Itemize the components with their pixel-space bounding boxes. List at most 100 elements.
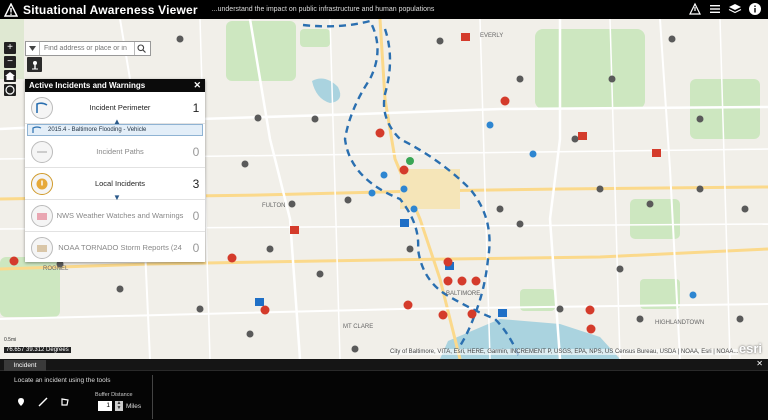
poi-marker [254, 114, 262, 122]
map-attribution: City of Baltimore, VITA, Esri, HERE, Gar… [390, 349, 739, 355]
panel-row-count: 0 [192, 144, 200, 159]
reservoir [312, 78, 341, 103]
transit-marker [486, 121, 494, 129]
poi-marker [176, 35, 184, 43]
hospital-marker [498, 309, 507, 317]
search-input[interactable] [40, 42, 134, 55]
label-highlandtown: HIGHLANDTOWN [655, 320, 704, 326]
hospital-marker [255, 298, 264, 306]
panel-row-label: NWS Weather Watches and Warnings [56, 211, 184, 220]
pin-tool-button[interactable] [27, 57, 42, 72]
transit-marker [689, 291, 697, 299]
label-mt-clare: MT CLARE [343, 324, 373, 330]
search-source-dropdown[interactable] [26, 42, 40, 55]
scale-bar: 0.5mi [4, 337, 17, 343]
park-area [226, 21, 296, 81]
poi-marker [266, 245, 274, 253]
poi-marker [741, 205, 749, 213]
locate-hint: Locate an incident using the tools [14, 377, 111, 384]
poi-marker [596, 185, 604, 193]
home-button[interactable] [4, 70, 16, 82]
transit-marker [368, 189, 376, 197]
buffer-distance-control: 1 ▲ ▼ Miles [98, 401, 141, 411]
draw-tools [16, 397, 70, 407]
zoom-in-button[interactable]: + [4, 42, 16, 54]
incidents-panel: Active Incidents and Warnings ✕ Incident… [25, 79, 205, 262]
downtown-area [400, 169, 460, 209]
poi-marker [736, 315, 744, 323]
hospital-marker [578, 132, 587, 140]
local-incident-marker [406, 157, 414, 165]
poi-marker [646, 200, 654, 208]
point-tool-icon[interactable] [16, 397, 26, 407]
search-button[interactable] [134, 42, 148, 55]
incident-marker [586, 324, 596, 334]
incident-marker [457, 276, 467, 286]
perimeter-icon [31, 96, 53, 119]
bottom-close-icon[interactable]: ✕ [756, 359, 763, 368]
poi-marker [696, 115, 704, 123]
line-tool-icon[interactable] [38, 397, 48, 407]
poi-marker [311, 115, 319, 123]
poi-marker [351, 345, 359, 353]
panel-row-count: 0 [192, 240, 200, 255]
panel-row-incident-perimeter[interactable]: Incident Perimeter 1 ▲ [25, 92, 205, 126]
polygon-tool-icon[interactable] [60, 397, 70, 407]
home-icon [5, 72, 15, 80]
tornado-icon [31, 236, 53, 259]
layers-icon[interactable] [728, 2, 742, 16]
poi-marker [288, 200, 296, 208]
panel-row-count: 3 [192, 176, 200, 191]
person-pin-icon [31, 60, 38, 69]
incident-marker [471, 276, 481, 286]
buffer-distance-stepper[interactable]: ▲ ▼ [115, 401, 123, 411]
panel-row-noaa-tornado[interactable]: NOAA TORNADO Storm Reports (24 0 [25, 232, 205, 262]
incident-tool-panel: Incident ✕ Locate an incident using the … [0, 359, 768, 420]
incident-marker [443, 276, 453, 286]
incident-marker [399, 165, 409, 175]
poi-marker [241, 160, 249, 168]
incident-marker [500, 96, 510, 106]
poi-marker [516, 220, 524, 228]
perimeter-small-icon [32, 126, 42, 133]
poi-marker [116, 285, 124, 293]
transit-marker [410, 205, 418, 213]
park-area [300, 29, 330, 47]
road [719, 19, 731, 359]
transit-marker [529, 150, 537, 158]
label-rognel: ROGNEL [43, 266, 69, 272]
chevron-down-icon [29, 46, 36, 51]
poi-marker [696, 185, 704, 193]
local-incidents-icon [31, 172, 53, 195]
app-title: Situational Awareness Viewer [23, 2, 198, 17]
hospital-marker [290, 226, 299, 234]
poi-marker [344, 196, 352, 204]
list-icon[interactable] [708, 2, 722, 16]
panel-row-incident-paths[interactable]: Incident Paths 0 [25, 136, 205, 168]
tab-incident[interactable]: Incident [4, 360, 46, 371]
info-icon[interactable] [748, 2, 762, 16]
coordinate-readout: 76.657 39.312 Degrees [4, 347, 71, 353]
zoom-out-button[interactable]: − [4, 56, 16, 68]
panel-close-icon[interactable]: ✕ [193, 80, 201, 91]
alert-icon[interactable] [688, 2, 702, 16]
map-nav-controls: + − [4, 42, 16, 96]
panel-row-count: 0 [192, 208, 200, 223]
panel-row-label: Incident Perimeter [89, 103, 151, 112]
incident-marker [585, 305, 595, 315]
incident-marker [403, 300, 413, 310]
search-box [25, 41, 151, 56]
hospital-marker [652, 149, 661, 157]
weather-warning-icon [31, 204, 53, 227]
panel-header: Active Incidents and Warnings ✕ [25, 79, 205, 92]
map-view[interactable]: EVERLY FULTON ROGNEL BALTIMORE MT CLARE … [0, 19, 768, 359]
panel-row-nws-warnings[interactable]: NWS Weather Watches and Warnings 0 [25, 200, 205, 232]
label-baltimore: BALTIMORE [446, 291, 480, 297]
panel-title: Active Incidents and Warnings [29, 81, 146, 90]
chevron-up-icon[interactable]: ▲ [113, 117, 121, 126]
locate-button[interactable] [4, 84, 16, 96]
buffer-distance-input[interactable]: 1 [98, 401, 112, 411]
poi-marker [406, 245, 414, 253]
panel-row-local-incidents[interactable]: Local Incidents 3 ▼ [25, 168, 205, 202]
park-area [535, 29, 645, 109]
